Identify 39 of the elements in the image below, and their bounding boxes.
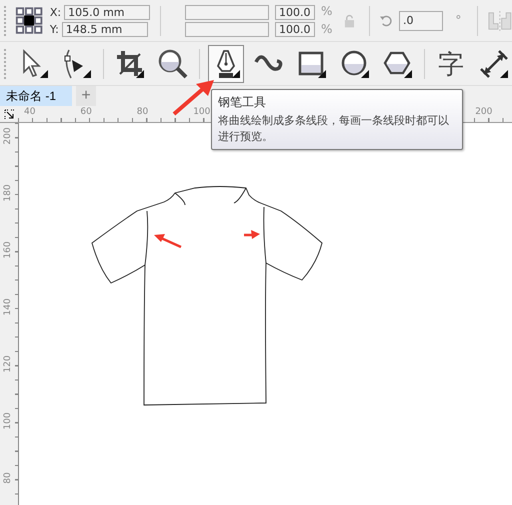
new-tab-button[interactable]: + — [76, 86, 96, 106]
x-label: X: — [50, 6, 62, 18]
ruler-label: 180 — [3, 183, 13, 203]
y-label: Y: — [50, 22, 59, 36]
ruler-label: 200 — [3, 126, 13, 146]
scale-x-field[interactable]: 100.0 — [275, 4, 316, 20]
ruler-origin-icon[interactable] — [4, 109, 15, 120]
degree-sign: ° — [455, 12, 462, 28]
text-tool-glyph: 字 — [438, 48, 464, 80]
ruler-label: 100 — [193, 107, 210, 117]
ruler-label: 80 — [136, 107, 148, 117]
ruler-label: 160 — [3, 240, 13, 260]
width-field[interactable] — [185, 4, 270, 20]
rotation-field[interactable]: .0 — [399, 10, 444, 30]
annotation-arrow — [153, 233, 183, 249]
rotate-icon — [380, 14, 393, 28]
ruler-label: 200 — [475, 107, 492, 117]
object-origin-icon[interactable] — [14, 4, 44, 36]
scale-y-field[interactable]: 100.0 — [275, 22, 316, 36]
percent-sign: % — [321, 4, 332, 20]
annotation-arrow — [243, 230, 261, 240]
dimension-icon — [478, 48, 510, 80]
ruler-label: 140 — [3, 297, 13, 317]
ruler-label: 80 — [3, 471, 13, 486]
tooltip-text: 将曲线绘制成多条线段，每画一条线段时都可以进行预览。 — [218, 113, 450, 145]
tool-button[interactable] — [208, 44, 244, 82]
ruler-label: 60 — [80, 107, 92, 117]
x-field[interactable]: 105.0 mm — [64, 4, 150, 20]
ruler-label: 120 — [3, 354, 13, 374]
document-tab[interactable]: 未命名 -1 — [0, 86, 72, 106]
tooltip-title: 钢笔工具 — [218, 94, 267, 111]
ruler-label: 100 — [3, 411, 13, 431]
magnifier-icon — [157, 48, 189, 80]
y-field[interactable]: 148.5 mm — [62, 22, 148, 36]
height-field[interactable] — [185, 22, 270, 36]
pointer-arrow — [170, 78, 216, 116]
tool-button[interactable]: 字 — [433, 44, 469, 82]
ruler-label: 40 — [24, 107, 36, 117]
percent-sign: % — [321, 22, 332, 38]
